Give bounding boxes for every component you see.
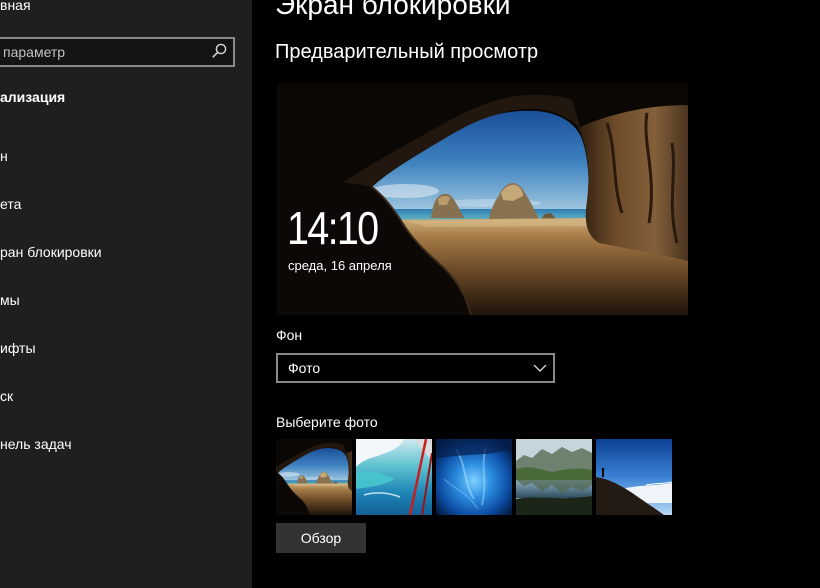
preview-heading: Предварительный просмотр — [275, 41, 539, 63]
photo-thumbnail-image — [436, 439, 512, 515]
sidebar-item-label: ифты — [0, 340, 36, 356]
lock-screen-preview: 14:10 среда, 16 апреля — [277, 83, 688, 315]
content-pane: Экран блокировки Предварительный просмот… — [252, 0, 820, 588]
sidebar-section-title: ализация — [0, 89, 66, 105]
sidebar-item-colors[interactable]: ета — [0, 186, 252, 222]
sidebar-item-label: н — [0, 148, 8, 164]
choose-photo-label: Выберите фото — [276, 414, 378, 430]
settings-window: вная ализация н ета ран блокировки мы иф… — [0, 0, 820, 588]
person-body — [602, 470, 604, 477]
sidebar-home-label: вная — [0, 0, 31, 13]
shore — [516, 496, 592, 515]
sidebar-item-label: ета — [0, 196, 22, 212]
sidebar-home-link[interactable]: вная — [0, 0, 252, 23]
photo-thumbnail-image — [276, 439, 352, 515]
search-icon[interactable] — [212, 43, 227, 58]
sidebar-item-fonts[interactable]: ифты — [0, 330, 252, 366]
search-box — [0, 37, 235, 67]
background-dropdown[interactable]: Фото — [276, 353, 555, 383]
lock-screen-image — [277, 83, 688, 315]
person-head — [601, 467, 605, 471]
sidebar-item-start[interactable]: ск — [0, 378, 252, 414]
cave-scene-image — [276, 439, 352, 515]
sidebar-item-background[interactable]: н — [0, 138, 252, 174]
preview-time: 14:10 — [287, 202, 379, 254]
chevron-down-icon — [533, 364, 547, 372]
sidebar-item-label: ск — [0, 388, 14, 404]
search-icon-handle — [212, 51, 219, 58]
chevron-down-icon-graphic — [533, 364, 547, 372]
browse-button[interactable]: Обзор — [276, 523, 366, 553]
sidebar-item-label: мы — [0, 292, 20, 308]
photo-thumbnail[interactable] — [436, 439, 512, 515]
cave-scene-image — [277, 83, 688, 315]
photo-thumbnail[interactable] — [516, 439, 592, 515]
sidebar: вная ализация н ета ран блокировки мы иф… — [0, 0, 252, 588]
photo-thumbnail-image — [596, 439, 672, 515]
background-dropdown-value: Фото — [288, 360, 321, 376]
photo-thumbnail[interactable] — [356, 439, 432, 515]
sidebar-item-label: ран блокировки — [0, 244, 102, 260]
sidebar-item-themes[interactable]: мы — [0, 282, 252, 318]
photo-thumbnail[interactable] — [276, 439, 352, 515]
sidebar-item-taskbar[interactable]: нель задач — [0, 426, 252, 462]
background-label: Фон — [276, 327, 303, 343]
photo-thumbnail[interactable] — [596, 439, 672, 515]
photo-thumbnail-image — [356, 439, 432, 515]
search-icon-graphic — [212, 43, 227, 58]
search-input[interactable] — [0, 37, 235, 67]
chevron-stroke — [533, 364, 547, 372]
sidebar-item-label: нель задач — [0, 436, 72, 452]
sidebar-item-lock-screen[interactable]: ран блокировки — [0, 234, 252, 270]
preview-date: среда, 16 апреля — [288, 258, 392, 273]
page-title: Экран блокировки — [275, 0, 511, 20]
photo-thumbnail-image — [516, 439, 592, 515]
photo-thumbnails — [276, 439, 672, 515]
